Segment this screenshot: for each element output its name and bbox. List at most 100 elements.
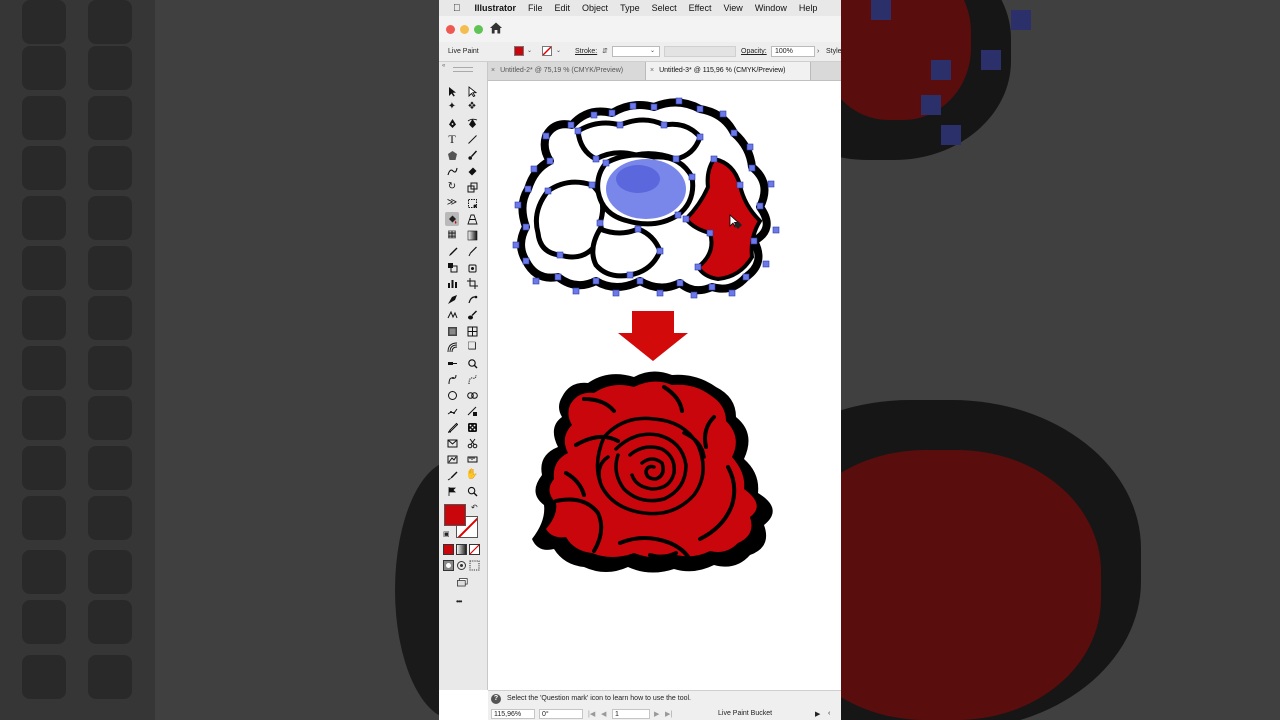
live-paint-bucket-tool-icon[interactable] bbox=[445, 212, 459, 226]
anchor-point[interactable] bbox=[544, 187, 552, 195]
anchor-point[interactable] bbox=[694, 263, 702, 271]
anchor-point[interactable] bbox=[762, 260, 770, 268]
puppet-warp-tool-icon[interactable] bbox=[465, 292, 479, 306]
anchor-point[interactable] bbox=[626, 271, 634, 279]
width-tool-icon[interactable]: ≫ bbox=[445, 196, 459, 210]
close-tab-icon[interactable]: × bbox=[491, 67, 495, 74]
blob-brush-tool-icon[interactable] bbox=[465, 308, 479, 322]
draw-inside-icon[interactable] bbox=[469, 560, 480, 571]
anchor-point[interactable] bbox=[750, 237, 758, 245]
anchor-point[interactable] bbox=[567, 121, 575, 129]
anchor-point[interactable] bbox=[728, 289, 736, 297]
anchor-point[interactable] bbox=[588, 181, 596, 189]
anchor-point[interactable] bbox=[596, 219, 604, 227]
anchor-point[interactable] bbox=[636, 277, 644, 285]
eraser-brush-tool-icon[interactable] bbox=[445, 308, 459, 322]
curvature-tool-icon[interactable] bbox=[465, 116, 479, 130]
stroke-dropdown-chevron-icon[interactable]: ⌄ bbox=[556, 46, 561, 57]
anchor-point[interactable] bbox=[554, 273, 562, 281]
last-artboard-icon[interactable]: ▶| bbox=[665, 710, 672, 718]
panel-grip[interactable] bbox=[453, 67, 473, 72]
stroke-label[interactable]: Stroke: bbox=[575, 46, 597, 57]
default-fill-stroke-icon[interactable]: ▣ bbox=[443, 530, 450, 538]
zoom-window-button[interactable] bbox=[474, 25, 483, 34]
status-menu-arrow-icon[interactable]: ▶ bbox=[815, 710, 820, 718]
anchor-point[interactable] bbox=[746, 143, 754, 151]
anchor-point[interactable] bbox=[592, 155, 600, 163]
previous-artboard-icon[interactable]: ◀ bbox=[601, 710, 606, 718]
menu-app-name[interactable]: Illustrator bbox=[475, 3, 517, 13]
eraser-tool-icon[interactable] bbox=[465, 164, 479, 178]
anchor-point[interactable] bbox=[708, 283, 716, 291]
close-tab-icon[interactable]: × bbox=[650, 67, 654, 74]
anchor-point[interactable] bbox=[736, 181, 744, 189]
anchor-point[interactable] bbox=[688, 173, 696, 181]
anchor-point[interactable] bbox=[522, 223, 530, 231]
anchor-point[interactable] bbox=[706, 229, 714, 237]
knife-tool-icon[interactable] bbox=[445, 356, 459, 370]
anchor-point[interactable] bbox=[672, 155, 680, 163]
anchor-point[interactable] bbox=[660, 121, 668, 129]
stroke-color-swatch[interactable] bbox=[542, 46, 552, 56]
menu-edit[interactable]: Edit bbox=[555, 3, 571, 13]
ellipse-tool-icon[interactable] bbox=[445, 388, 459, 402]
anchor-point[interactable] bbox=[514, 201, 522, 209]
draw-normal-icon[interactable] bbox=[443, 560, 454, 571]
reshape-tool-icon[interactable] bbox=[445, 372, 459, 386]
path-tool-icon[interactable] bbox=[445, 404, 459, 418]
column-graph-tool-icon[interactable] bbox=[445, 276, 459, 290]
opacity-input[interactable]: 100% bbox=[771, 46, 815, 57]
anchor-cluster-core-dark[interactable] bbox=[616, 165, 660, 193]
anchor-point[interactable] bbox=[730, 129, 738, 137]
color-mode-icon[interactable] bbox=[443, 544, 454, 555]
menu-help[interactable]: Help bbox=[799, 3, 818, 13]
gradient-mode-icon[interactable] bbox=[456, 544, 467, 555]
anchor-point[interactable] bbox=[674, 211, 682, 219]
top-rose-petal-bottom[interactable] bbox=[590, 225, 663, 279]
pen-tool-icon[interactable] bbox=[445, 116, 459, 130]
scale-tool-icon[interactable] bbox=[465, 180, 479, 194]
anchor-points-cluster[interactable] bbox=[606, 159, 686, 219]
anchor-point[interactable] bbox=[756, 202, 764, 210]
live-paint-selection-tool-icon[interactable] bbox=[465, 404, 479, 418]
minimize-window-button[interactable] bbox=[460, 25, 469, 34]
anchor-point[interactable] bbox=[767, 180, 775, 188]
rotation-field[interactable]: 0° bbox=[539, 709, 583, 719]
shape-builder-tool-icon[interactable] bbox=[465, 388, 479, 402]
status-back-arrow-icon[interactable]: ‹ bbox=[828, 710, 830, 717]
anchor-point[interactable] bbox=[608, 109, 616, 117]
free-transform-tool-icon[interactable] bbox=[465, 196, 479, 210]
anchor-point[interactable] bbox=[675, 97, 683, 105]
tab-untitled-3[interactable]: × Untitled-3* @ 115,96 % (CMYK/Preview) bbox=[645, 62, 811, 80]
crystallize-tool-icon[interactable]: ❏ bbox=[465, 340, 479, 354]
anchor-point[interactable] bbox=[512, 241, 520, 249]
chart-tool-icon[interactable] bbox=[445, 324, 459, 338]
eyedropper-tool-icon[interactable] bbox=[445, 244, 459, 258]
dice-icon[interactable] bbox=[465, 420, 479, 434]
anchor-point[interactable] bbox=[592, 277, 600, 285]
print-tiling-tool-icon[interactable] bbox=[445, 484, 459, 498]
anchor-point[interactable] bbox=[530, 165, 538, 173]
slice-tool-icon[interactable] bbox=[445, 292, 459, 306]
menu-view[interactable]: View bbox=[723, 3, 742, 13]
menu-type[interactable]: Type bbox=[620, 3, 640, 13]
bottom-rose[interactable] bbox=[532, 371, 773, 573]
anchor-point[interactable] bbox=[682, 215, 690, 223]
none-mode-icon[interactable] bbox=[469, 544, 480, 555]
anchor-point[interactable] bbox=[696, 133, 704, 141]
draw-behind-icon[interactable] bbox=[456, 560, 467, 571]
top-rose-live-paint-group[interactable] bbox=[512, 97, 780, 299]
apple-icon[interactable]:  bbox=[453, 3, 461, 14]
opacity-label[interactable]: Opacity: bbox=[741, 46, 767, 57]
lasso-tool-icon[interactable]: ❖ bbox=[465, 100, 479, 114]
tab-untitled-2[interactable]: × Untitled-2* @ 75,19 % (CMYK/Preview) bbox=[487, 62, 645, 80]
grid-tool-icon[interactable] bbox=[465, 324, 479, 338]
menu-window[interactable]: Window bbox=[755, 3, 787, 13]
artboard-tool-icon[interactable] bbox=[465, 276, 479, 290]
twirl-tool-icon[interactable] bbox=[445, 340, 459, 354]
anchor-point[interactable] bbox=[616, 121, 624, 129]
anchor-point[interactable] bbox=[719, 110, 727, 118]
shaper-tool-icon[interactable] bbox=[445, 164, 459, 178]
menu-effect[interactable]: Effect bbox=[689, 3, 712, 13]
collapse-panel-icon[interactable]: « bbox=[442, 63, 445, 69]
